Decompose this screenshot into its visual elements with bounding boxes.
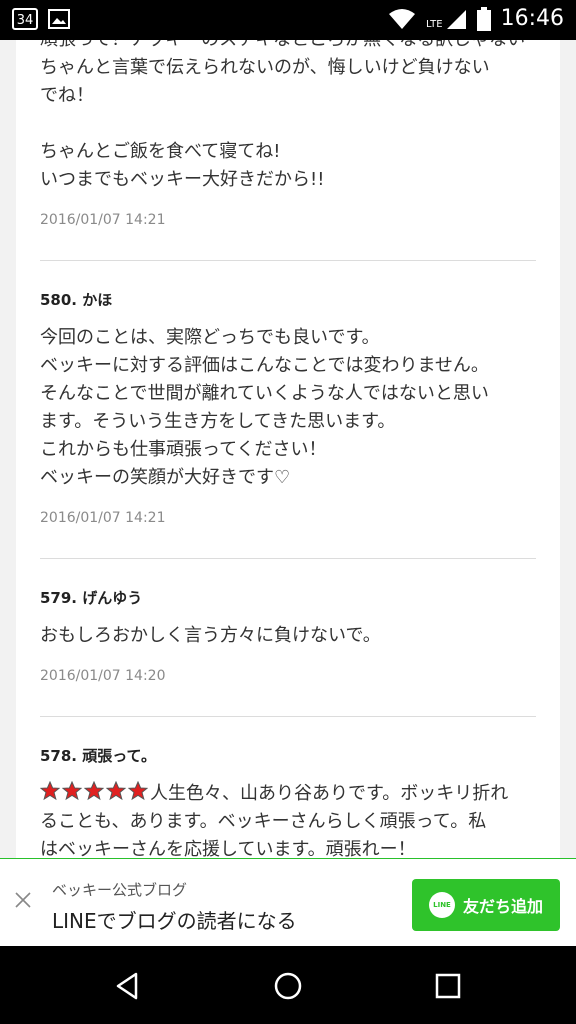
divider — [40, 716, 536, 717]
status-bar: 34 LTE 16:46 — [0, 0, 576, 40]
divider — [40, 558, 536, 559]
star-icon — [40, 781, 60, 801]
comment-author: 頑張って。 — [82, 747, 157, 765]
star-icon — [62, 781, 82, 801]
comment-item: 578. 頑張って。 人生色々、山あり谷ありです。ボッキリ折れ ることも、ありま… — [40, 745, 536, 858]
comment-text: ちゃんと言葉で伝えられないのが、悔しいけど負けない でね！ ちゃんとご飯を食べて… — [40, 57, 490, 190]
banner-title: LINEでブログの読者になる — [52, 909, 297, 933]
cut-off-line: 頑張って！ナッキーのステキなところが無くなる訳じゃないよ!! — [40, 40, 536, 54]
comment-list[interactable]: 頑張って！ナッキーのステキなところが無くなる訳じゃないよ!! ちゃんと言葉で伝え… — [16, 40, 560, 858]
star-icon — [106, 781, 126, 801]
comment-text: おもしろおかしく言う方々に負けないで。 — [40, 625, 381, 646]
line-follow-banner: ベッキー公式ブログ LINEでブログの読者になる LINE 友だち追加 — [0, 858, 576, 947]
back-icon[interactable] — [112, 970, 144, 1002]
signal-icon — [446, 9, 466, 29]
comment-date: 2016/01/07 14:21 — [40, 212, 166, 228]
comment-author: げんゆう — [82, 589, 143, 607]
comment-header: 579. げんゆう — [40, 587, 536, 608]
star-rating — [40, 781, 148, 801]
image-icon — [48, 9, 70, 29]
comment-author: かほ — [82, 291, 113, 309]
navigation-bar — [0, 946, 576, 1024]
home-icon[interactable] — [272, 970, 304, 1002]
recents-icon[interactable] — [432, 970, 464, 1002]
star-icon — [128, 781, 148, 801]
close-icon[interactable] — [12, 889, 34, 911]
notification-icon: 34 — [12, 8, 38, 30]
comment-number: 578. — [40, 747, 78, 765]
add-friend-button[interactable]: LINE 友だち追加 — [412, 879, 560, 931]
comment-text: 今回のことは、実際どっちでも良いです。 ベッキーに対する評価はこんなことでは変わ… — [40, 327, 489, 488]
banner-subtitle: ベッキー公式ブログ — [52, 881, 188, 899]
comment-item: 580. かほ 今回のことは、実際どっちでも良いです。 ベッキーに対する評価はこ… — [40, 289, 536, 526]
comment-header: 580. かほ — [40, 289, 536, 310]
comment-number: 579. — [40, 589, 78, 607]
add-friend-label: 友だち追加 — [462, 897, 543, 916]
line-logo-icon: LINE — [428, 892, 455, 918]
comment-header: 578. 頑張って。 — [40, 745, 536, 766]
comment-number: 580. — [40, 291, 78, 309]
comment-text: 人生色々、山あり谷ありです。ボッキリ折れ ることも、あります。ベッキーさんらしく… — [40, 781, 509, 858]
comment-item: 579. げんゆう おもしろおかしく言う方々に負けないで。 2016/01/07… — [40, 587, 536, 684]
wifi-icon — [388, 8, 415, 29]
comment-date: 2016/01/07 14:21 — [40, 510, 166, 526]
star-icon — [84, 781, 104, 801]
comment-date: 2016/01/07 14:20 — [40, 668, 166, 684]
divider — [40, 260, 536, 261]
clock: 16:46 — [500, 6, 564, 31]
network-type: LTE — [425, 18, 443, 30]
battery-icon — [476, 6, 491, 31]
